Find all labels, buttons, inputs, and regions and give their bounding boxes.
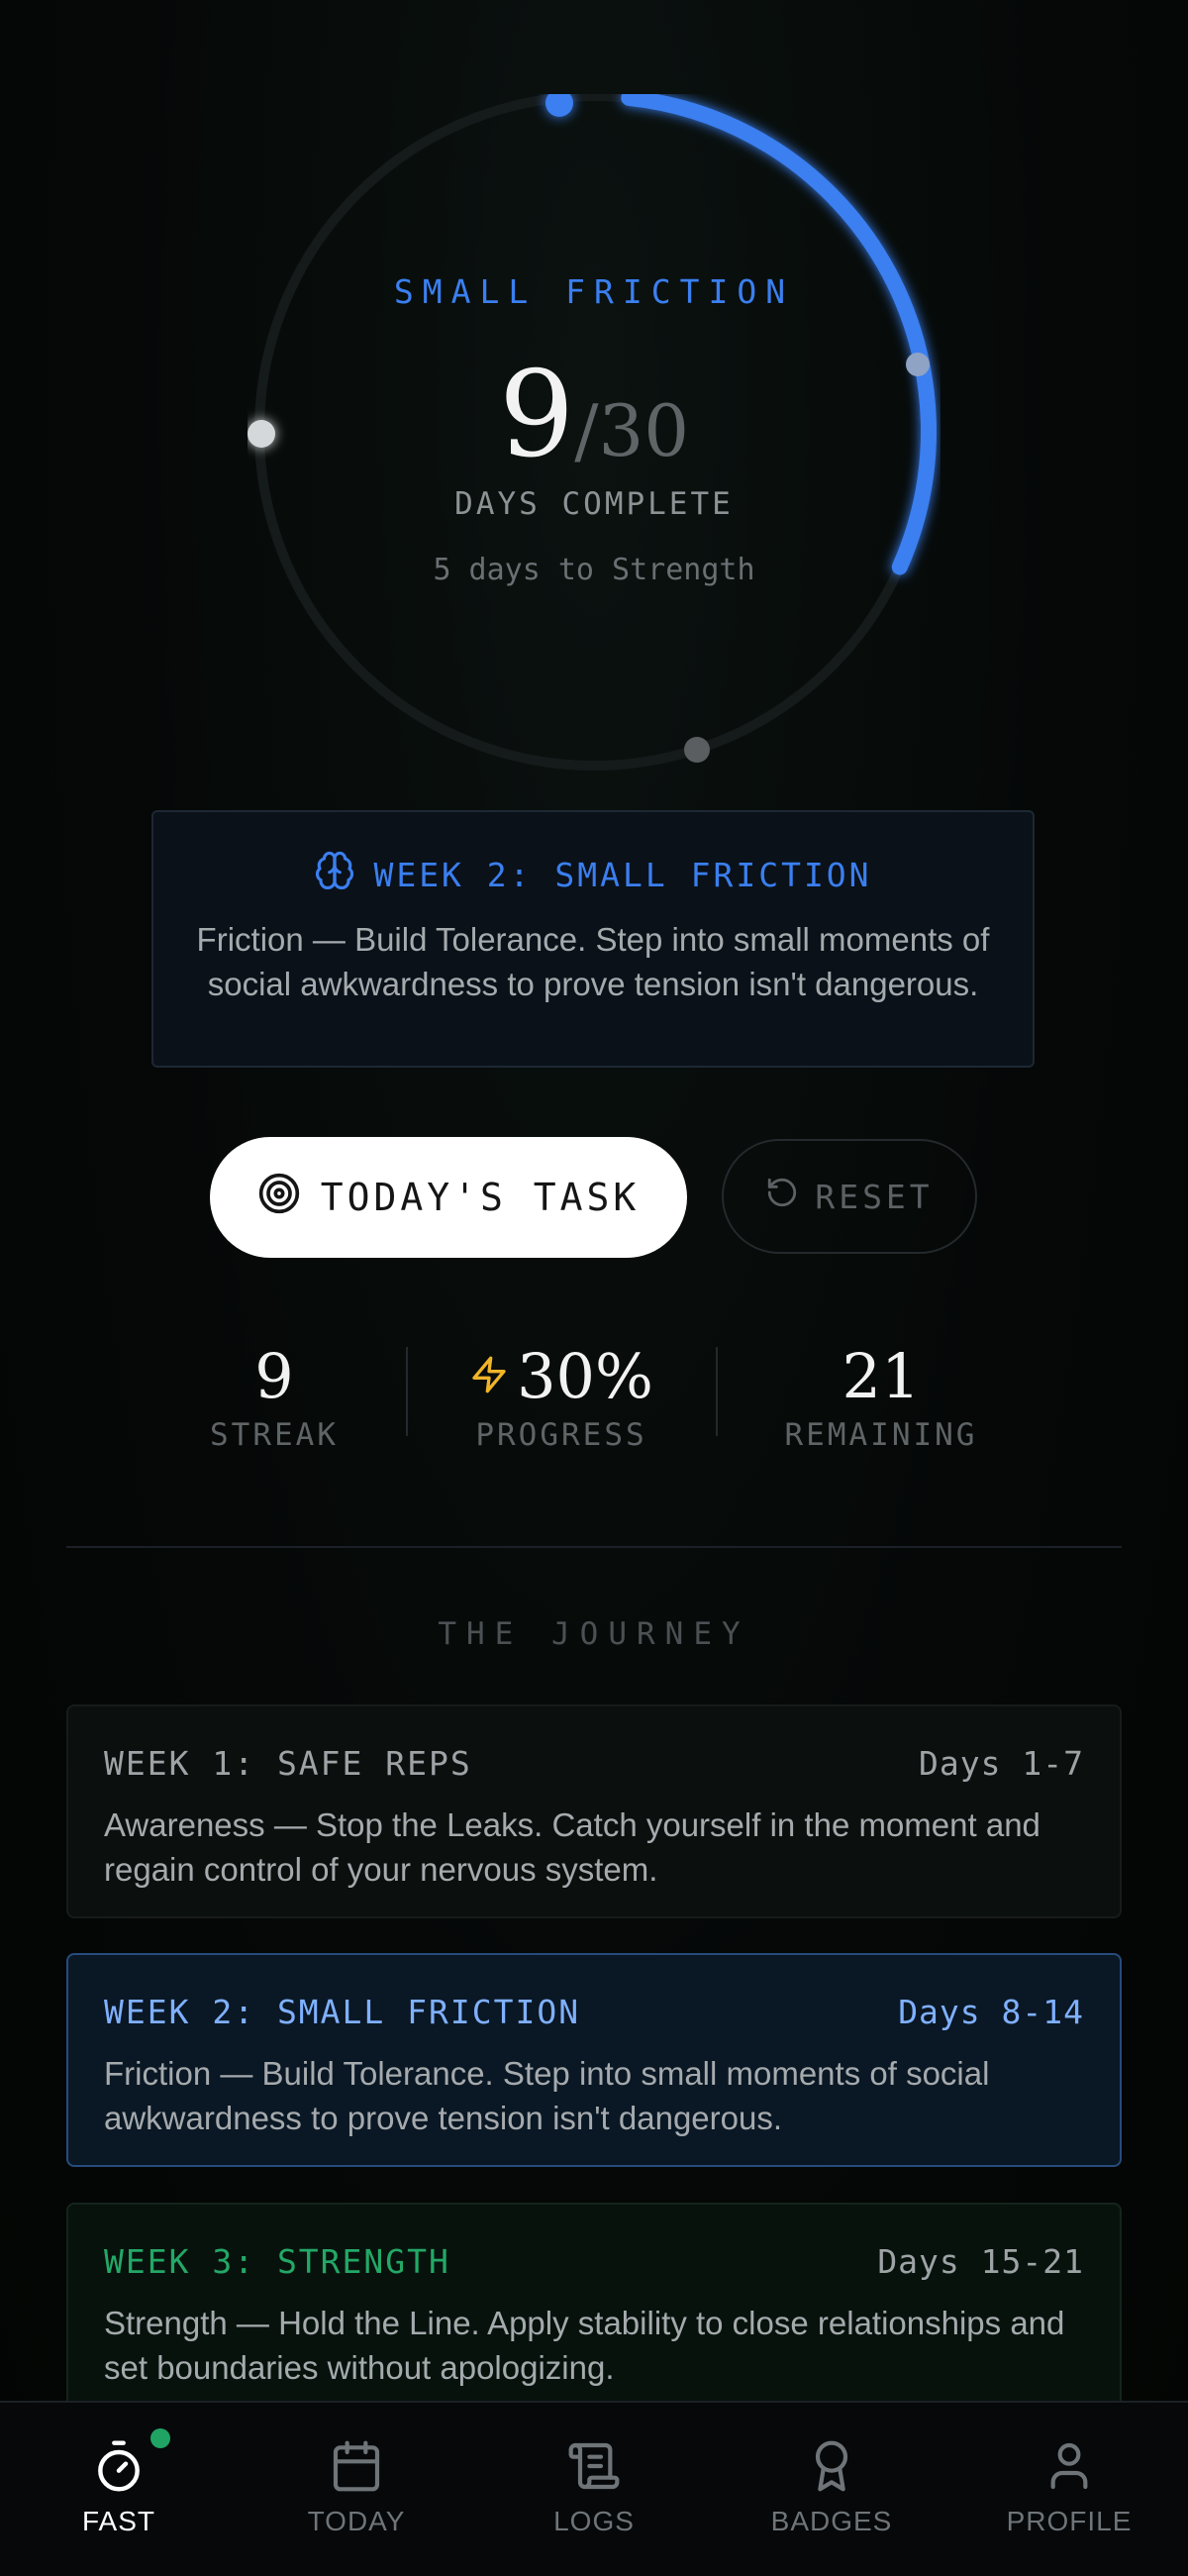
stat-progress: 30% PROGRESS [455, 1342, 667, 1453]
todays-task-label: TODAY'S TASK [320, 1176, 641, 1219]
calendar-icon [329, 2438, 384, 2494]
reset-label: RESET [815, 1177, 934, 1216]
journey-week-title: WEEK 2: SMALL FRICTION [104, 1993, 581, 2031]
stat-streak: 9 STREAK [195, 1340, 353, 1454]
notification-dot [150, 2428, 170, 2448]
journey-week-card[interactable]: WEEK 1: SAFE REPS Days 1-7 Awareness — S… [66, 1704, 1122, 1918]
nav-label: TODAY [307, 2506, 406, 2536]
ring-marker-dot [684, 737, 710, 763]
fast-screen: SMALL FRICTION 9/30 DAYS COMPLETE 5 days… [0, 0, 1188, 2576]
scroll-icon [566, 2438, 622, 2494]
progress-ring: SMALL FRICTION 9/30 DAYS COMPLETE 5 days… [248, 94, 940, 787]
stats-row: 9 STREAK 30% PROGRESS 21 REMAINING [0, 1342, 1188, 1461]
journey-week-text: Friction — Build Tolerance. Step into sm… [104, 2055, 990, 2136]
nav-item-badges[interactable]: BADGES [713, 2403, 950, 2576]
days-slash: / [574, 389, 599, 472]
bottom-nav: FAST TODAY LOGS BADGES PROFILE [0, 2401, 1188, 2576]
nav-item-logs[interactable]: LOGS [475, 2403, 713, 2576]
user-icon [1041, 2438, 1097, 2494]
nav-label: PROFILE [1006, 2506, 1133, 2536]
reset-button[interactable]: RESET [722, 1139, 977, 1254]
nav-label: FAST [81, 2506, 155, 2536]
days-total: 30 [598, 389, 690, 472]
next-phase-hint: 5 days to Strength [433, 553, 755, 587]
streak-value: 9 [254, 1340, 294, 1412]
journey-week-text: Strength — Hold the Line. Apply stabilit… [104, 2305, 1065, 2386]
streak-label: STREAK [210, 1417, 339, 1453]
remaining-value: 21 [842, 1340, 921, 1412]
journey-week-days: Days 8-14 [898, 1993, 1084, 2031]
section-divider [66, 1546, 1122, 1548]
nav-label: LOGS [553, 2506, 635, 2536]
nav-label: BADGES [770, 2506, 893, 2536]
days-counter: 9/30 [248, 357, 940, 475]
journey-week-text: Awareness — Stop the Leaks. Catch yourse… [104, 1806, 1040, 1888]
brain-icon [314, 850, 355, 899]
journey-week-title: WEEK 3: STRENGTH [104, 2242, 450, 2281]
stat-divider [716, 1347, 718, 1436]
reset-icon [765, 1176, 799, 1217]
target-icon [257, 1172, 301, 1224]
progress-label: PROGRESS [475, 1417, 647, 1453]
journey-week-days: Days 1-7 [919, 1744, 1084, 1783]
journey-week-card-current[interactable]: WEEK 2: SMALL FRICTION Days 8-14 Frictio… [66, 1953, 1122, 2167]
lightning-icon [469, 1342, 509, 1411]
stopwatch-icon [91, 2438, 147, 2494]
current-week-card: WEEK 2: SMALL FRICTION Friction — Build … [151, 810, 1035, 1068]
stat-divider [406, 1347, 408, 1436]
nav-item-today[interactable]: TODAY [238, 2403, 475, 2576]
current-week-description: Friction — Build Tolerance. Step into sm… [196, 921, 990, 1002]
progress-value: 30% [517, 1340, 653, 1412]
todays-task-button[interactable]: TODAY'S TASK [210, 1137, 687, 1258]
stat-remaining: 21 REMAINING [772, 1340, 990, 1454]
nav-item-profile[interactable]: PROFILE [950, 2403, 1188, 2576]
journey-title: THE JOURNEY [438, 1616, 750, 1652]
ring-start-dot [545, 94, 573, 117]
remaining-label: REMAINING [784, 1417, 978, 1453]
phase-label: SMALL FRICTION [393, 272, 795, 311]
nav-item-fast[interactable]: FAST [0, 2403, 238, 2576]
days-done: 9 [498, 347, 575, 484]
journey-week-title: WEEK 1: SAFE REPS [104, 1744, 472, 1783]
current-week-title: WEEK 2: SMALL FRICTION [373, 855, 872, 894]
days-complete-label: DAYS COMPLETE [454, 486, 734, 522]
journey-week-days: Days 15-21 [877, 2242, 1084, 2281]
award-icon [804, 2438, 859, 2494]
